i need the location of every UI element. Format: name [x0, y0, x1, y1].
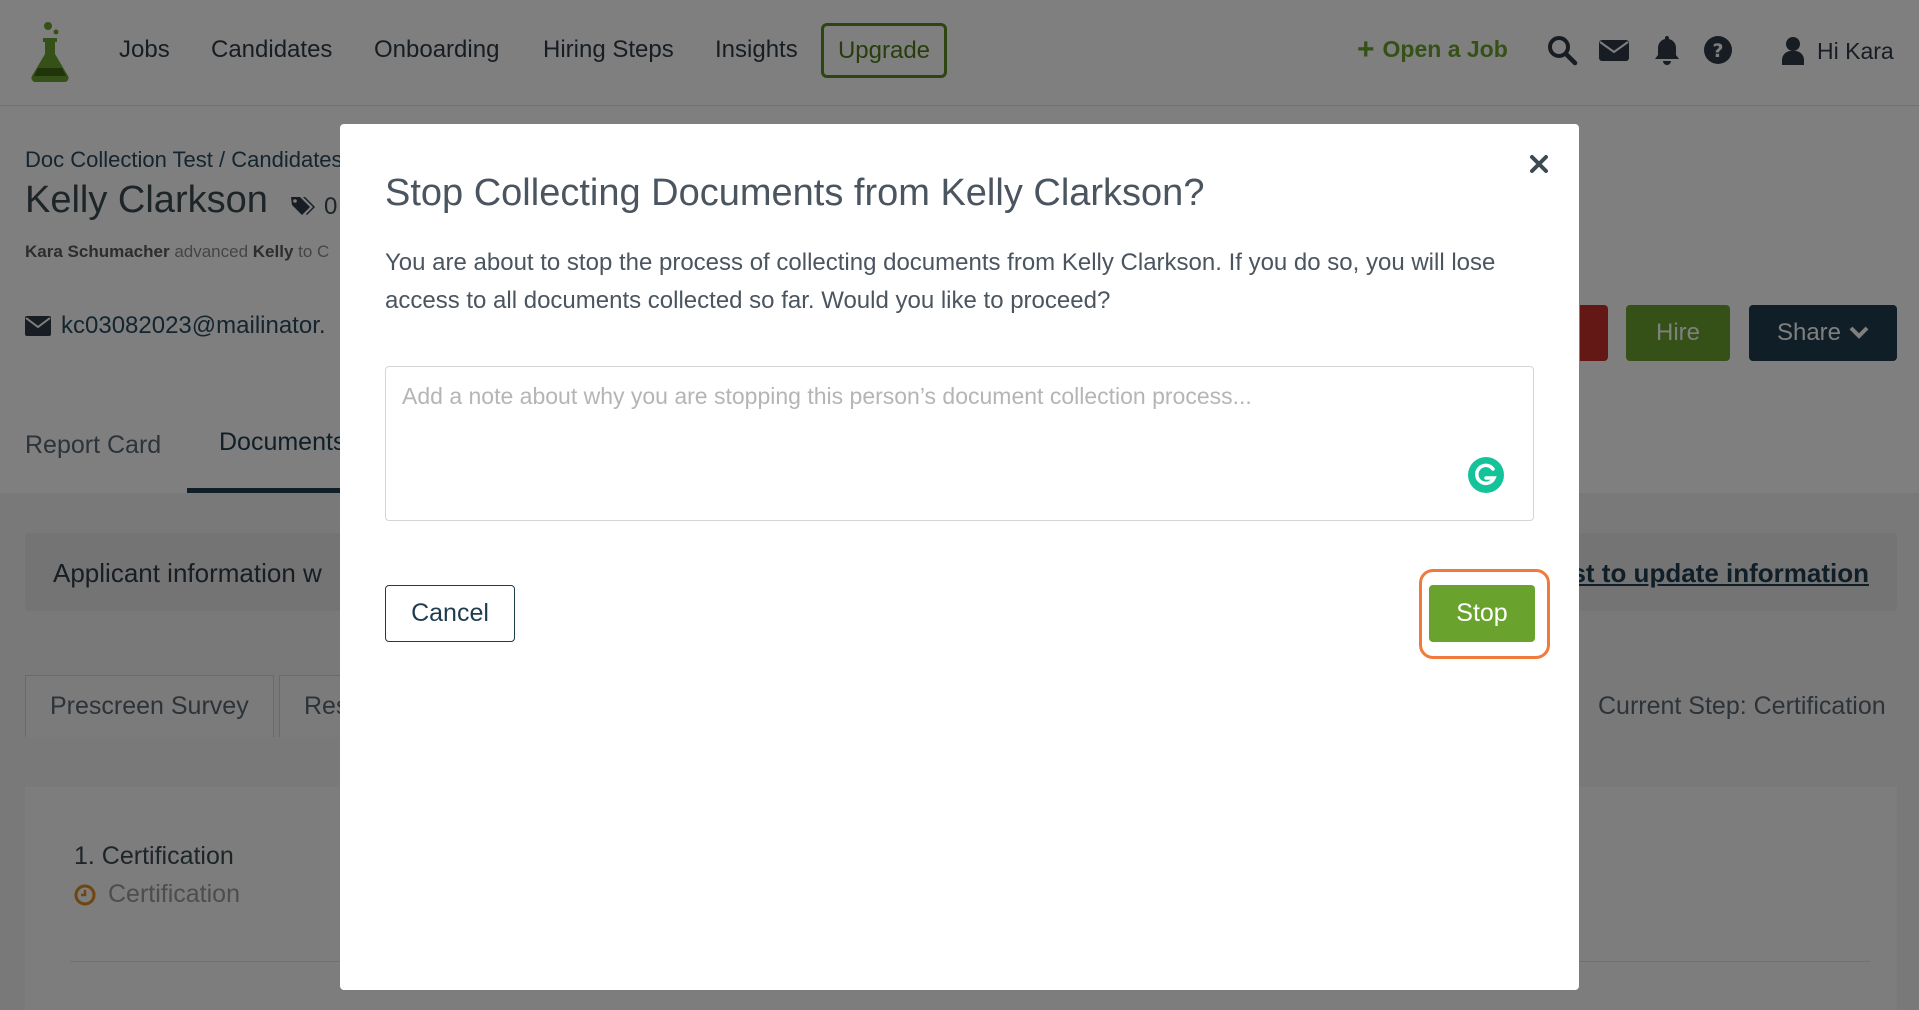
- modal-title: Stop Collecting Documents from Kelly Cla…: [385, 172, 1205, 214]
- cancel-button[interactable]: Cancel: [385, 585, 515, 642]
- stop-collection-modal: Stop Collecting Documents from Kelly Cla…: [340, 124, 1579, 990]
- stop-note-input[interactable]: [385, 366, 1534, 521]
- stop-button[interactable]: Stop: [1429, 585, 1535, 642]
- modal-body: You are about to stop the process of col…: [385, 249, 1496, 314]
- close-icon: [1530, 155, 1548, 173]
- close-button[interactable]: [1523, 148, 1555, 180]
- grammarly-icon[interactable]: [1467, 456, 1505, 494]
